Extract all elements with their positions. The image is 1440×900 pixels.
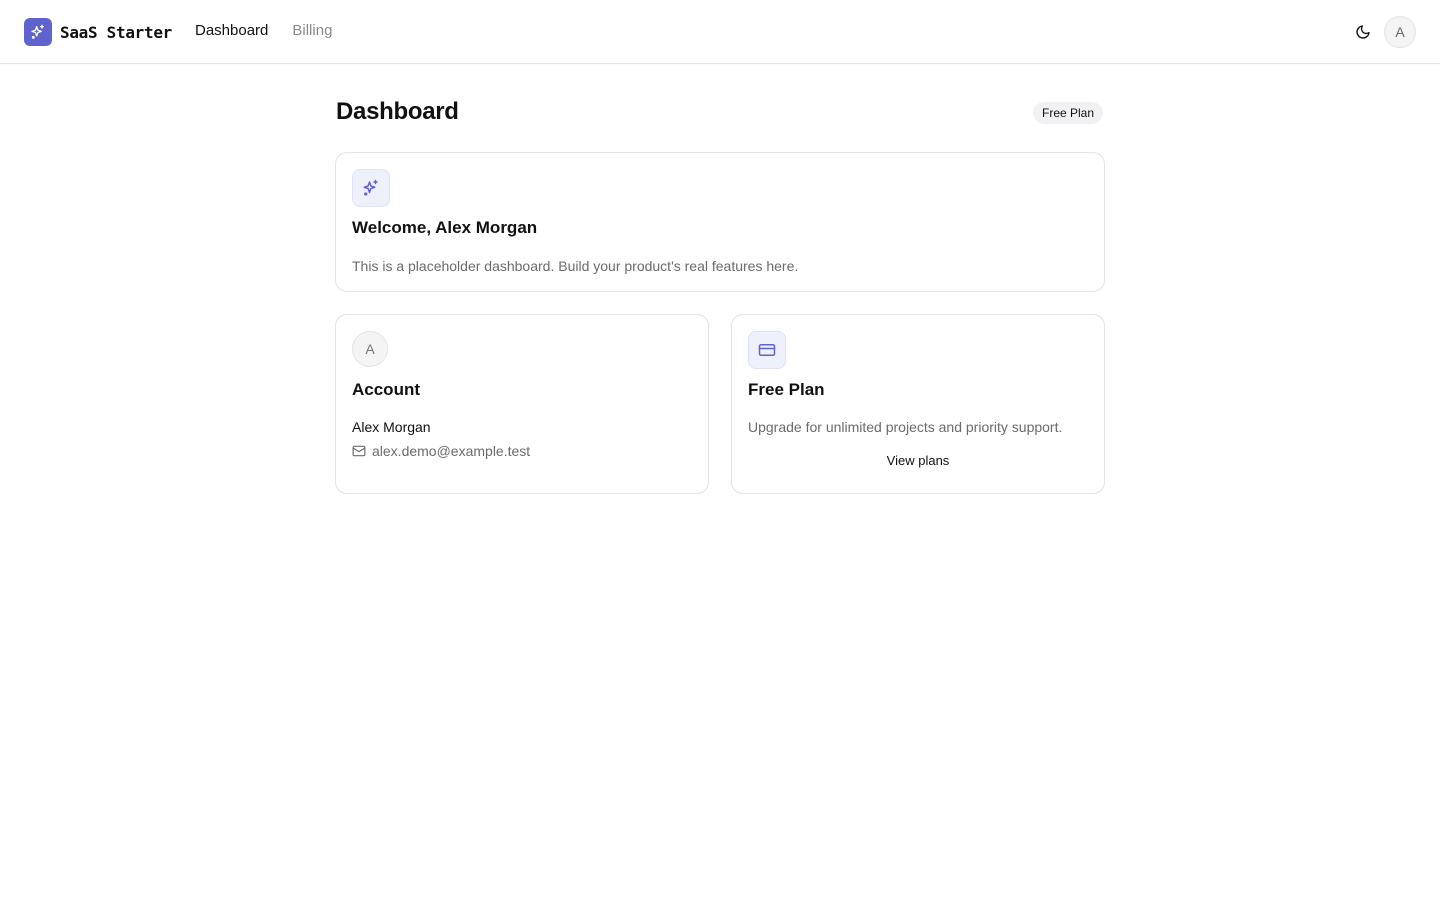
sparkles-icon xyxy=(24,18,52,46)
main-nav: Dashboard Billing xyxy=(195,22,332,39)
nav-link-dashboard[interactable]: Dashboard xyxy=(195,22,268,39)
account-email: alex.demo@example.test xyxy=(372,443,531,459)
account-email-row: alex.demo@example.test xyxy=(352,443,530,459)
theme-toggle-button[interactable] xyxy=(1351,20,1375,44)
account-avatar: A xyxy=(352,331,388,367)
mail-icon xyxy=(352,445,366,457)
credit-card-icon xyxy=(748,331,786,369)
page-title: Dashboard xyxy=(336,98,459,125)
account-name: Alex Morgan xyxy=(352,419,431,435)
view-plans-button[interactable]: View plans xyxy=(732,453,1104,468)
plan-card: Free Plan Upgrade for unlimited projects… xyxy=(731,314,1105,494)
nav-link-billing[interactable]: Billing xyxy=(292,22,332,39)
account-card: A Account Alex Morgan alex.demo@example.… xyxy=(335,314,709,494)
brand-name: SaaS Starter xyxy=(60,22,172,42)
brand[interactable]: SaaS Starter xyxy=(24,18,172,46)
plan-description: Upgrade for unlimited projects and prior… xyxy=(748,419,1063,435)
welcome-title: Welcome, Alex Morgan xyxy=(352,218,538,237)
welcome-description: This is a placeholder dashboard. Build y… xyxy=(352,258,799,274)
account-title: Account xyxy=(352,380,420,399)
plan-badge: Free Plan xyxy=(1033,102,1104,124)
top-navigation-bar: SaaS Starter Dashboard Billing A xyxy=(0,0,1440,64)
plan-title: Free Plan xyxy=(748,380,825,399)
sparkles-icon xyxy=(352,169,390,207)
moon-icon xyxy=(1356,25,1370,39)
welcome-card: Welcome, Alex Morgan This is a placehold… xyxy=(335,152,1105,292)
user-avatar-button[interactable]: A xyxy=(1384,16,1416,48)
